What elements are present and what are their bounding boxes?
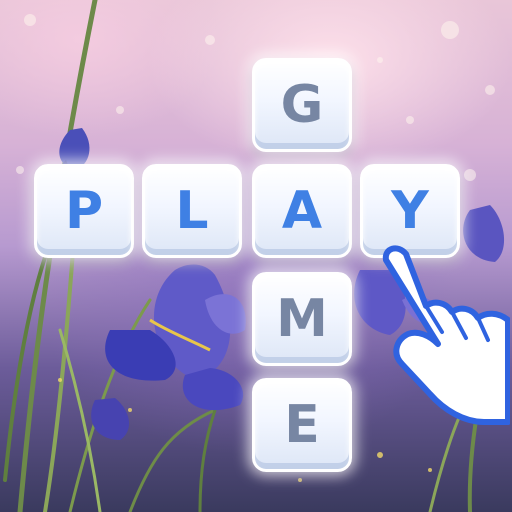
letter-tile-e-letter: E [284, 395, 320, 455]
letter-tile-a[interactable]: A [252, 164, 352, 258]
letter-tile-p[interactable]: P [34, 164, 134, 258]
letter-tile-m[interactable]: M [252, 272, 352, 366]
letter-tile-l[interactable]: L [142, 164, 242, 258]
letter-tile-a-letter: A [281, 181, 323, 241]
tapping-hand-icon [382, 245, 510, 425]
letter-tile-g-letter: G [280, 75, 324, 135]
letter-tile-l-letter: L [175, 181, 209, 241]
letter-tile-y-letter: Y [391, 181, 429, 241]
letter-tile-m-letter: M [276, 289, 328, 349]
letter-tile-p-letter: P [64, 181, 104, 241]
letter-tile-e[interactable]: E [252, 378, 352, 472]
letter-tile-g[interactable]: G [252, 58, 352, 152]
